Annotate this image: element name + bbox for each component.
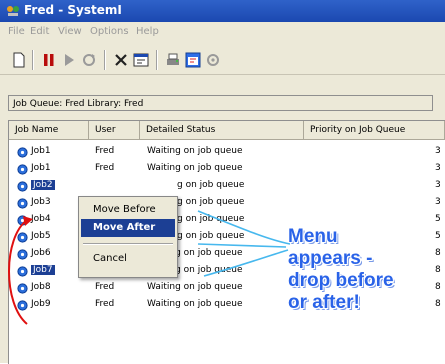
cell-status: Waiting on job queue — [147, 282, 243, 292]
cell-status: g on job queue — [177, 197, 245, 207]
cell-user: Fred — [95, 299, 115, 309]
job-icon — [17, 181, 28, 192]
refresh-icon[interactable] — [204, 51, 222, 69]
toolbar-separator — [104, 50, 106, 70]
cell-status: g on job queue — [177, 214, 245, 224]
menu-separator — [83, 243, 173, 245]
cell-priority: 8 — [435, 282, 441, 292]
cell-priority: 8 — [435, 265, 441, 275]
cell-job-name: Job3 — [31, 197, 51, 207]
cell-status: Waiting on job queue — [147, 146, 243, 156]
cell-priority: 5 — [435, 214, 441, 224]
table-row[interactable]: Job2 g on job queue 3 — [9, 178, 445, 195]
cell-job-name: Job6 — [31, 248, 51, 258]
table-row[interactable]: Job1 Fred Waiting on job queue 3 — [9, 161, 445, 178]
callout-line: appears - — [288, 248, 373, 269]
menu-item-move-after[interactable]: Move After — [81, 219, 175, 237]
cell-priority: 5 — [435, 231, 441, 241]
title-bar[interactable]: Fred - SystemI — [0, 0, 445, 22]
move-icon[interactable] — [80, 51, 98, 69]
cell-user: Fred — [95, 163, 115, 173]
callout-line: or after! — [288, 292, 360, 313]
column-header-priority[interactable]: Priority on Job Queue — [304, 121, 445, 139]
job-icon — [17, 232, 28, 243]
cell-job-name: Job1 — [31, 163, 51, 173]
printer-icon[interactable] — [164, 51, 182, 69]
table-row[interactable]: Job1 Fred Waiting on job queue 3 — [9, 144, 445, 161]
context-menu: Move Before Move After Cancel — [78, 196, 178, 278]
cell-user: Fred — [95, 146, 115, 156]
menu-item-move-before[interactable]: Move Before — [81, 201, 175, 219]
app-icon — [7, 6, 19, 16]
cell-priority: 3 — [435, 180, 441, 190]
cell-status: Waiting on job queue — [147, 299, 243, 309]
cell-job-name: Job5 — [31, 231, 51, 241]
release-icon[interactable] — [60, 51, 78, 69]
cell-job-name: Job9 — [31, 299, 51, 309]
job-icon — [17, 300, 28, 311]
cell-job-name: Job7 — [31, 265, 55, 275]
job-icon — [17, 164, 28, 175]
toolbar — [0, 44, 445, 75]
table-header: Job Name User Detailed Status Priority o… — [9, 121, 445, 140]
job-icon — [17, 249, 28, 260]
application-window: Fred - SystemI File Edit View Options He… — [0, 0, 445, 364]
menu-help[interactable]: Help — [136, 26, 159, 37]
job-queue-info: Job Queue: Fred Library: Fred — [8, 95, 433, 111]
table-row[interactable]: Job3 g on job queue 3 — [9, 195, 445, 212]
menu-edit[interactable]: Edit — [30, 26, 49, 37]
menu-item-cancel[interactable]: Cancel — [81, 250, 175, 268]
menu-options[interactable]: Options — [90, 26, 129, 37]
column-header-job-name[interactable]: Job Name — [9, 121, 89, 139]
cell-user: Fred — [95, 282, 115, 292]
cell-priority: 8 — [435, 299, 441, 309]
callout-line: Menu — [288, 226, 338, 247]
job-icon — [17, 147, 28, 158]
window-title: Fred - SystemI — [24, 3, 122, 17]
cell-priority: 3 — [435, 163, 441, 173]
cell-priority: 3 — [435, 146, 441, 156]
delete-icon[interactable] — [112, 51, 130, 69]
cell-job-name: Job2 — [31, 180, 55, 190]
menu-view[interactable]: View — [58, 26, 82, 37]
callout-line: drop before — [288, 270, 394, 291]
column-header-user[interactable]: User — [89, 121, 140, 139]
cell-job-name: Job1 — [31, 146, 51, 156]
view-icon[interactable] — [184, 51, 202, 69]
cell-job-name: Job8 — [31, 282, 51, 292]
cell-status: g on job queue — [177, 180, 245, 190]
toolbar-separator — [32, 50, 34, 70]
job-icon — [17, 266, 28, 277]
menu-bar: File Edit View Options Help — [0, 22, 445, 44]
job-icon — [17, 198, 28, 209]
job-icon — [17, 215, 28, 226]
annotation-callout: Menu appears - drop before or after! — [288, 226, 394, 314]
hold-icon[interactable] — [40, 51, 58, 69]
properties-icon[interactable] — [132, 51, 150, 69]
job-icon — [17, 283, 28, 294]
column-header-detailed-status[interactable]: Detailed Status — [140, 121, 304, 139]
menu-file[interactable]: File — [8, 26, 25, 37]
new-icon[interactable] — [10, 51, 28, 69]
cell-status: g on job queue — [177, 231, 245, 241]
cell-job-name: Job4 — [31, 214, 51, 224]
cell-priority: 3 — [435, 197, 441, 207]
cell-status: Waiting on job queue — [147, 163, 243, 173]
toolbar-separator — [156, 50, 158, 70]
cell-priority: 8 — [435, 248, 441, 258]
